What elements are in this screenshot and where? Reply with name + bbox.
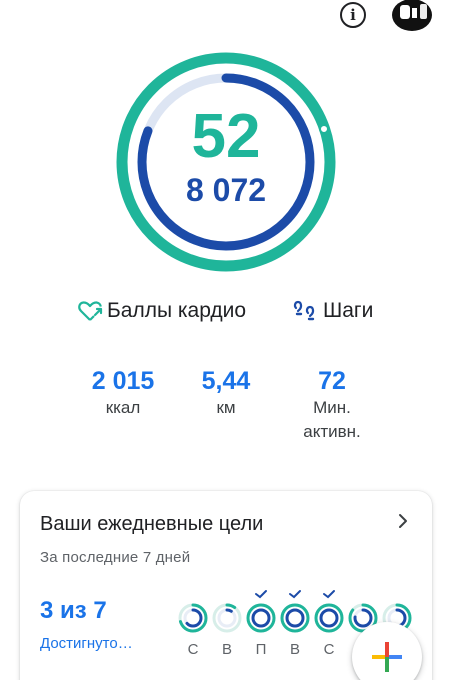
legend-cardio: Баллы кардио — [78, 297, 246, 325]
calories-label: ккал — [105, 398, 141, 417]
day-ring — [314, 603, 344, 633]
day-ring — [280, 603, 310, 633]
stat-distance[interactable]: 5,44 км — [186, 366, 266, 420]
move-minutes-label-line1: Мин. — [313, 398, 351, 417]
distance-value: 5,44 — [201, 367, 251, 395]
day-ring — [246, 603, 276, 633]
activity-rings[interactable]: 52 8 072 — [114, 50, 338, 274]
stat-calories[interactable]: 2 015 ккал — [80, 366, 166, 420]
daily-goals-title: Ваши ежедневные цели — [40, 513, 264, 535]
legend-steps-label: Шаги — [323, 299, 374, 322]
info-icon[interactable]: i — [340, 2, 366, 28]
daily-goals-subtitle: За последние 7 дней — [40, 549, 191, 566]
steps-value: 8 072 — [185, 172, 267, 208]
move-minutes-value: 72 — [318, 367, 346, 395]
day-ring — [212, 603, 242, 633]
move-minutes-label-line2: активн. — [303, 422, 361, 441]
goals-status: Достигнуто… — [40, 635, 133, 652]
day-ring — [178, 603, 208, 633]
fit-home-screen: i 52 8 072 Баллы кардио Шаги 2 015 ккал … — [0, 0, 453, 680]
goals-achieved-count: 3 из 7 — [40, 597, 107, 624]
day-letter: В — [221, 641, 232, 658]
day-letter: С — [187, 641, 199, 658]
steps-icon — [293, 300, 315, 321]
check-icon — [289, 590, 301, 599]
day-letter: П — [255, 641, 267, 658]
day-letter: С — [323, 641, 335, 658]
legend-cardio-label: Баллы кардио — [107, 299, 247, 322]
heart-points-icon — [78, 301, 103, 321]
calories-value: 2 015 — [91, 367, 155, 395]
legend-steps: Шаги — [292, 297, 373, 325]
avatar[interactable] — [392, 0, 432, 31]
distance-label: км — [216, 398, 236, 417]
check-icon — [255, 590, 267, 599]
stat-move-minutes[interactable]: 72 Мин. активн. — [282, 366, 382, 444]
add-button[interactable] — [352, 622, 422, 680]
plus-icon — [372, 642, 402, 672]
check-icon — [323, 590, 335, 599]
chevron-right-icon[interactable] — [396, 512, 410, 530]
heart-points-value: 52 — [191, 102, 261, 171]
day-letter: В — [289, 641, 300, 658]
